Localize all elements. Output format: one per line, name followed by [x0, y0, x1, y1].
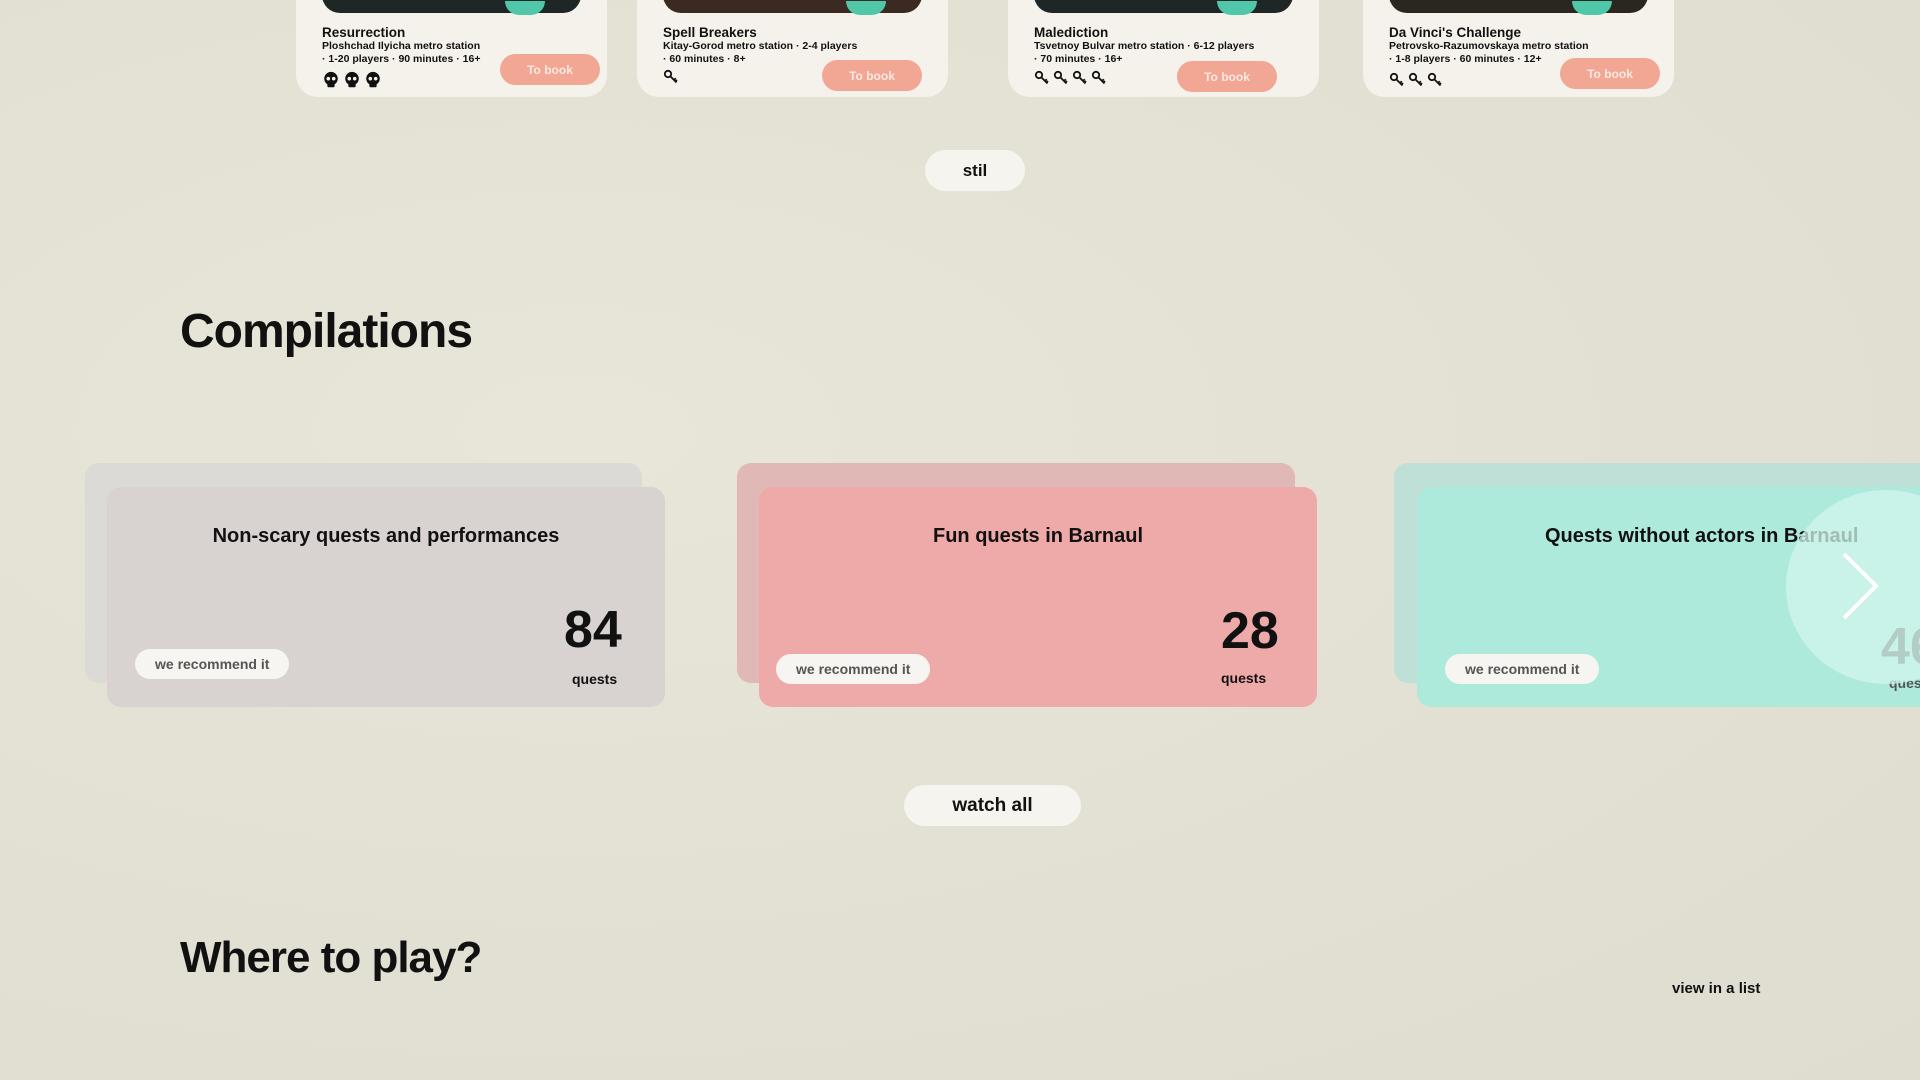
key-icon: [1072, 70, 1087, 85]
quest-count-label: quests: [572, 671, 618, 687]
quest-poster: [322, 0, 581, 15]
compilation-card[interactable]: Fun quests in Barnaul we recommend it 28…: [759, 487, 1317, 707]
key-icon: [1427, 72, 1442, 87]
compilation-card[interactable]: Non-scary quests and performances we rec…: [107, 487, 665, 707]
recommend-badge: we recommend it: [776, 654, 931, 684]
compilation-title: Fun quests in Barnaul: [932, 525, 1144, 547]
to-book-button[interactable]: To book: [1560, 58, 1660, 89]
quest-title: Spell Breakers: [663, 25, 757, 40]
difficulty-level: [663, 69, 679, 85]
quest-card[interactable]: Spell Breakers Kitay-Gorod metro station…: [637, 0, 948, 97]
quest-card[interactable]: Resurrection Ploshchad Ilyicha metro sta…: [296, 0, 607, 97]
compilations-heading: Compilations: [180, 305, 473, 358]
difficulty-level: [1389, 72, 1443, 88]
quest-poster: [1034, 0, 1293, 15]
recommend-badge: we recommend it: [135, 649, 290, 679]
compilation-title: Non-scary quests and performances: [212, 525, 560, 547]
key-icon: [1053, 70, 1068, 85]
to-book-button[interactable]: To book: [500, 54, 600, 85]
page: Resurrection Ploshchad Ilyicha metro sta…: [0, 0, 1920, 1080]
key-icon: [1091, 70, 1106, 85]
chevron-right-icon: [1842, 552, 1879, 620]
quest-title: Resurrection: [322, 25, 406, 40]
view-in-list-link[interactable]: view in a list: [1672, 980, 1760, 997]
quest-count: 28: [1221, 602, 1279, 660]
quest-meta: Ploshchad Ilyicha metro station · 1-20 pl…: [322, 40, 481, 65]
recommend-badge: we recommend it: [1445, 654, 1600, 684]
watch-all-button[interactable]: watch all: [904, 785, 1081, 826]
key-icon: [1389, 72, 1404, 87]
stil-button[interactable]: stil: [925, 150, 1025, 191]
skull-icon: [366, 71, 380, 88]
skull-icon: [324, 71, 338, 88]
to-book-button[interactable]: To book: [1177, 61, 1277, 92]
skull-icon: [345, 71, 359, 88]
quest-poster: [663, 0, 922, 15]
difficulty-level: [1034, 70, 1107, 86]
key-icon: [663, 69, 678, 84]
quest-count: 84: [564, 601, 622, 659]
where-to-play-heading: Where to play?: [180, 933, 482, 982]
key-icon: [1408, 72, 1423, 87]
to-book-button[interactable]: To book: [822, 60, 922, 91]
quest-card[interactable]: Da Vinci's Challenge Petrovsko-Razumovsk…: [1363, 0, 1674, 97]
fear-level: [322, 71, 382, 89]
key-icon: [1034, 70, 1049, 85]
quest-poster: [1389, 0, 1648, 15]
quest-title: Da Vinci's Challenge: [1389, 25, 1522, 40]
quest-card[interactable]: Malediction Tsvetnoy Bulvar metro statio…: [1008, 0, 1319, 97]
quest-title: Malediction: [1034, 25, 1109, 40]
quest-count-label: quests: [1221, 670, 1267, 686]
